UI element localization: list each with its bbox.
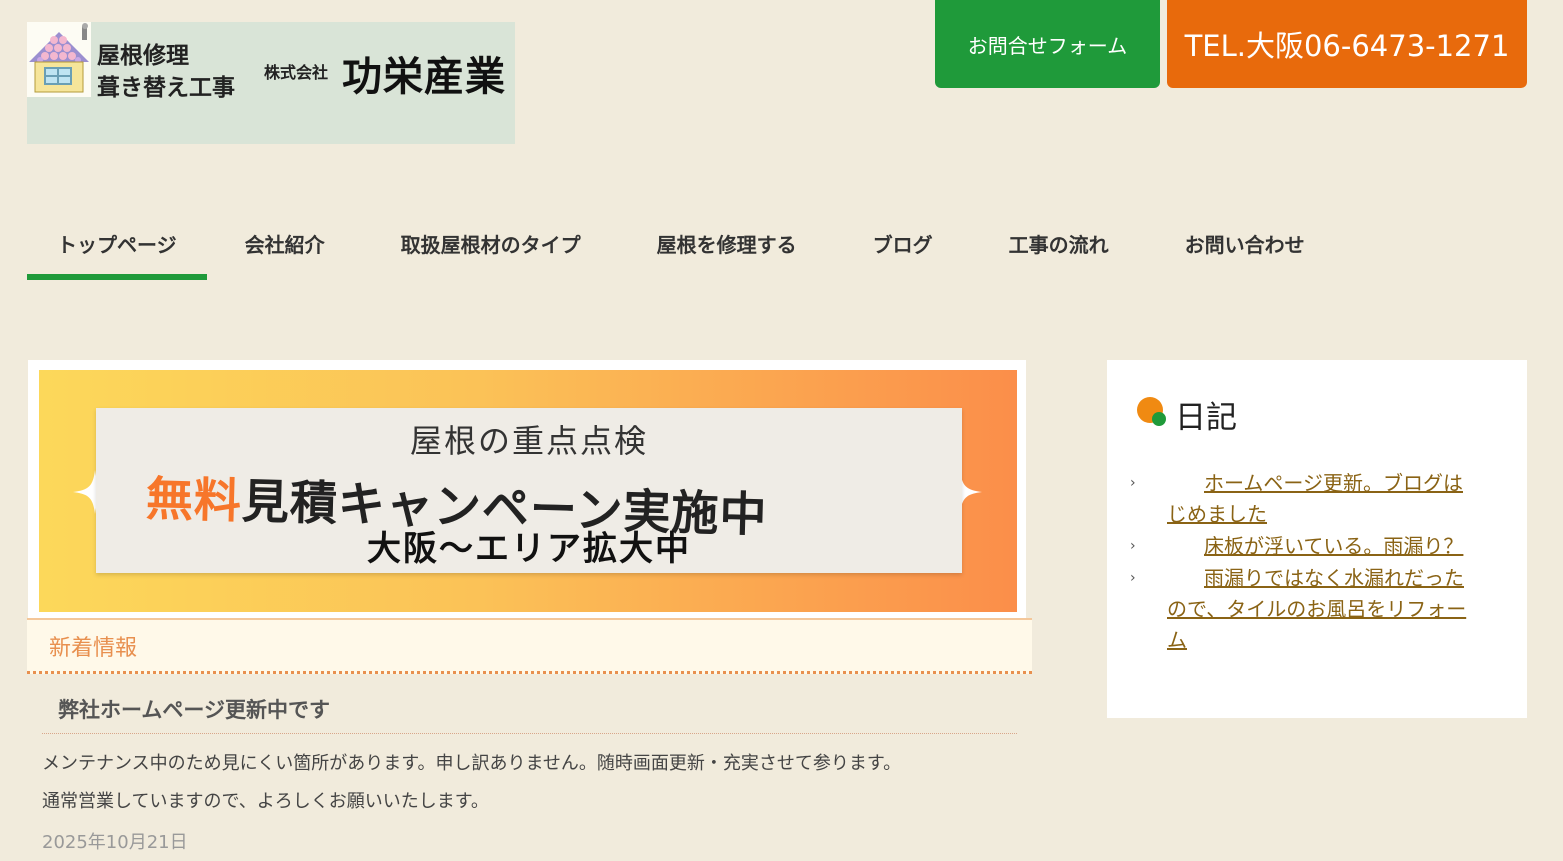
campaign-banner-frame: 屋根の重点点検 無料見積キャンペーン実施中 大阪〜エリア拡大中 [28, 360, 1026, 618]
post-divider [42, 733, 1017, 734]
list-item: › 雨漏りではなく水漏れだったので、タイルのお風呂をリフォーム [1130, 563, 1467, 656]
chevron-right-icon: › [1130, 475, 1136, 491]
diary-link[interactable]: 床板が浮いている。雨漏り？ [1204, 534, 1463, 558]
diary-link[interactable]: 雨漏りではなく水漏れだったので、タイルのお風呂をリフォーム [1167, 566, 1466, 652]
post-body-line-2: 通常営業していますので、よろしくお願いいたします。 [42, 791, 489, 812]
house-icon [27, 22, 91, 97]
post-date: 2025年10月21日 [42, 832, 188, 853]
news-header-title: 新着情報 [49, 636, 138, 661]
diary-dot-icon [1137, 397, 1167, 427]
nav-item-work-flow[interactable]: 工事の流れ [971, 210, 1147, 280]
banner-area-text: 大阪〜エリア拡大中 [367, 529, 691, 569]
nav-item-roof-types[interactable]: 取扱屋根材のタイプ [363, 210, 619, 280]
list-item: › 床板が浮いている。雨漏り？ [1130, 531, 1467, 562]
list-item: › ホームページ更新。ブログはじめました [1130, 468, 1467, 530]
nav-item-company[interactable]: 会社紹介 [207, 210, 363, 280]
logo-company-name: 功栄産業 [342, 54, 506, 100]
nav-item-blog[interactable]: ブログ [835, 210, 971, 280]
site-logo[interactable]: 屋根修理 葺き替え工事 株式会社 功栄産業 [27, 22, 515, 144]
nav-item-top-page[interactable]: トップページ [27, 210, 207, 280]
diary-link[interactable]: ホームページ更新。ブログはじめました [1167, 471, 1463, 526]
logo-tagline-1: 屋根修理 [97, 43, 189, 69]
contact-form-button[interactable]: お問合せフォーム [935, 0, 1160, 88]
nav-item-inquiry[interactable]: お問い合わせ [1147, 210, 1343, 280]
diary-list: › ホームページ更新。ブログはじめました › 床板が浮いている。雨漏り？ › 雨漏りで… [1130, 468, 1467, 657]
chevron-right-icon: › [1130, 538, 1136, 554]
diary-title: 日記 [1175, 400, 1237, 436]
post-body-line-1: メンテナンス中のため見にくい箇所があります。申し訳ありません。随時画面更新・充実… [42, 753, 902, 774]
post-title: 弊社ホームページ更新中です [58, 698, 330, 722]
nav-item-roof-repair[interactable]: 屋根を修理する [619, 210, 835, 280]
banner-text-box: 屋根の重点点検 無料見積キャンペーン実施中 大阪〜エリア拡大中 [96, 408, 962, 573]
news-section-header: 新着情報 [27, 618, 1032, 674]
sidebar-diary: 日記 › ホームページ更新。ブログはじめました › 床板が浮いている。雨漏り？ › 雨… [1107, 360, 1527, 718]
logo-company-prefix: 株式会社 [264, 63, 329, 82]
chevron-right-icon: › [1130, 570, 1136, 586]
logo-tagline-2: 葺き替え工事 [97, 75, 235, 101]
tel-button[interactable]: TEL.大阪06-6473-1271 [1167, 0, 1527, 88]
campaign-banner[interactable]: 屋根の重点点検 無料見積キャンペーン実施中 大阪〜エリア拡大中 [39, 370, 1017, 612]
banner-subtitle: 屋根の重点点検 [409, 422, 648, 460]
main-nav: トップページ 会社紹介 取扱屋根材のタイプ 屋根を修理する ブログ 工事の流れ … [27, 210, 1343, 286]
